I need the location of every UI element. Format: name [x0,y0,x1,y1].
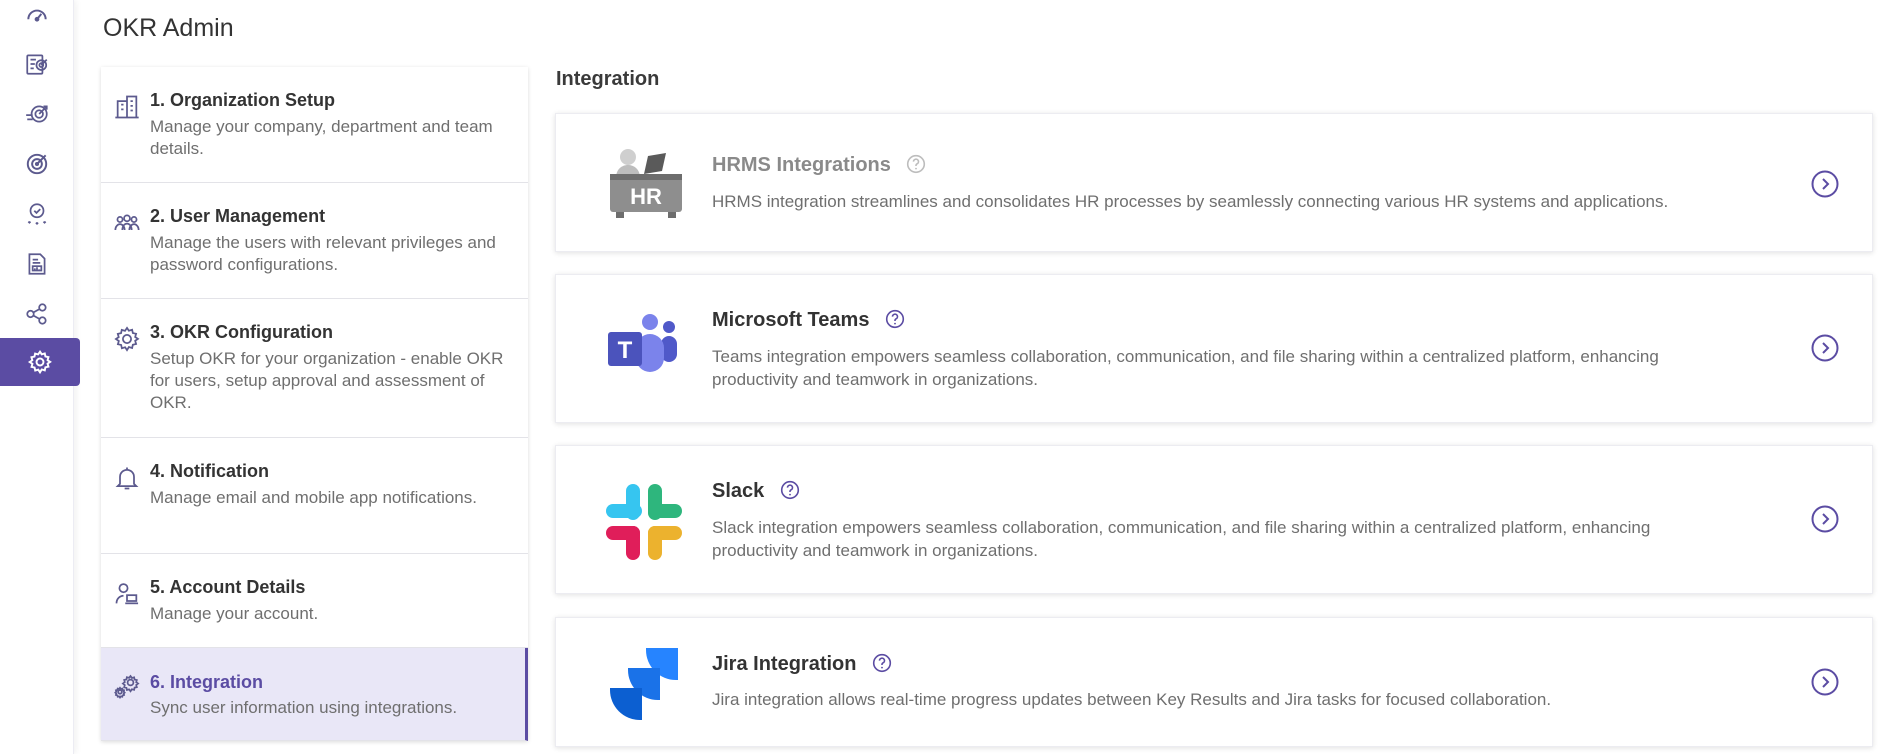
integration-card-title: Slack [712,480,800,503]
slack-logo [606,484,682,560]
menu-item-description: Manage your account. [150,604,319,623]
menu-item-organization-setup[interactable]: 1. Organization Setup Manage your compan… [101,67,528,183]
integration-card-title: Jira Integration [712,653,892,676]
jira-logo [610,648,678,720]
alignment-nav-item[interactable] [0,292,74,336]
integration-card-description: Teams integration empowers seamless coll… [712,347,1659,389]
integration-card-title-text: HRMS Integrations [712,154,891,176]
bell-icon [113,464,141,492]
goals-nav-item[interactable] [0,92,74,136]
network-nodes-icon [26,303,47,325]
integration-card-slack[interactable]: Slack Slack integration empowers seamles… [555,445,1873,594]
menu-item-title: 4. Notification [150,461,270,481]
help-icon[interactable] [906,154,926,174]
chevron-right-circle-icon[interactable] [1810,333,1840,363]
dashboard-nav-item[interactable] [0,0,74,38]
target-icon [26,153,48,175]
menu-item-user-management[interactable]: 2. User Management Manage the users with… [101,183,528,299]
speedometer-icon [27,9,47,22]
section-title: Integration [556,68,660,90]
report-document-icon [28,253,46,275]
award-badge-icon [27,203,47,225]
menu-item-notification[interactable]: 4. Notification Manage email and mobile … [101,438,528,554]
menu-item-description: Sync user information using integrations… [150,698,458,717]
chevron-right-circle-icon[interactable] [1810,504,1840,534]
menu-item-description: Manage the users with relevant privilege… [150,233,496,274]
target-arrow-icon [26,105,48,123]
integration-card-title-text: Slack [712,480,765,502]
user-laptop-icon [113,580,141,608]
icon-sidebar [0,0,80,754]
users-group-icon [113,209,141,237]
admin-settings-nav-item[interactable] [0,338,80,386]
chevron-right-circle-icon[interactable] [1810,169,1840,199]
teams-logo-text: T [618,337,633,364]
recognition-nav-item[interactable] [0,192,74,236]
integration-card-hrms[interactable]: HR HRMS Integrations HRMS integration st… [555,113,1873,252]
integration-card-description: Jira integration allows real-time progre… [712,690,1552,709]
chevron-right-circle-icon[interactable] [1810,667,1840,697]
objectives-nav-item[interactable] [0,142,74,186]
integration-card-jira[interactable]: Jira Integration Jira integration allows… [555,617,1873,747]
menu-item-description: Manage email and mobile app notification… [150,488,477,507]
menu-item-title: 6. Integration [150,672,264,692]
menu-item-title: 5. Account Details [150,577,306,597]
integration-card-description: Slack integration empowers seamless coll… [712,518,1651,560]
okr-list-nav-item[interactable] [0,42,74,86]
help-icon[interactable] [885,309,905,329]
integration-card-title: HRMS Integrations [712,154,926,177]
menu-item-okr-configuration[interactable]: 3. OKR Configuration Setup OKR for your … [101,299,528,438]
building-icon [113,93,141,121]
okr-list-icon [26,54,48,75]
integration-card-microsoft-teams[interactable]: T Microsoft Teams Teams integration empo… [555,274,1873,423]
menu-item-description: Setup OKR for your organization - enable… [150,349,504,412]
menu-item-description: Manage your company, department and team… [150,117,493,158]
hr-desk-logo: HR [610,149,682,218]
help-icon[interactable] [872,653,892,673]
gear-icon [27,349,52,375]
hr-logo-text: HR [630,184,662,209]
menu-item-title: 2. User Management [150,206,326,226]
help-icon[interactable] [780,480,800,500]
gears-icon [113,672,141,700]
integration-card-title-text: Microsoft Teams [712,309,870,331]
integration-card-title: Microsoft Teams [712,309,905,332]
menu-item-account-details[interactable]: 5. Account Details Manage your account. [101,554,528,648]
page-title: OKR Admin [103,14,234,42]
menu-item-integration[interactable]: 6. Integration Sync user information usi… [101,648,528,741]
microsoft-teams-logo: T [608,314,677,372]
reports-nav-item[interactable] [0,242,74,286]
admin-settings-menu: 1. Organization Setup Manage your compan… [101,67,528,741]
menu-item-title: 1. Organization Setup [150,90,336,110]
integration-card-description: HRMS integration streamlines and consoli… [712,192,1669,211]
integration-card-title-text: Jira Integration [712,653,857,675]
menu-item-title: 3. OKR Configuration [150,322,333,342]
gear-outline-icon [113,325,141,353]
